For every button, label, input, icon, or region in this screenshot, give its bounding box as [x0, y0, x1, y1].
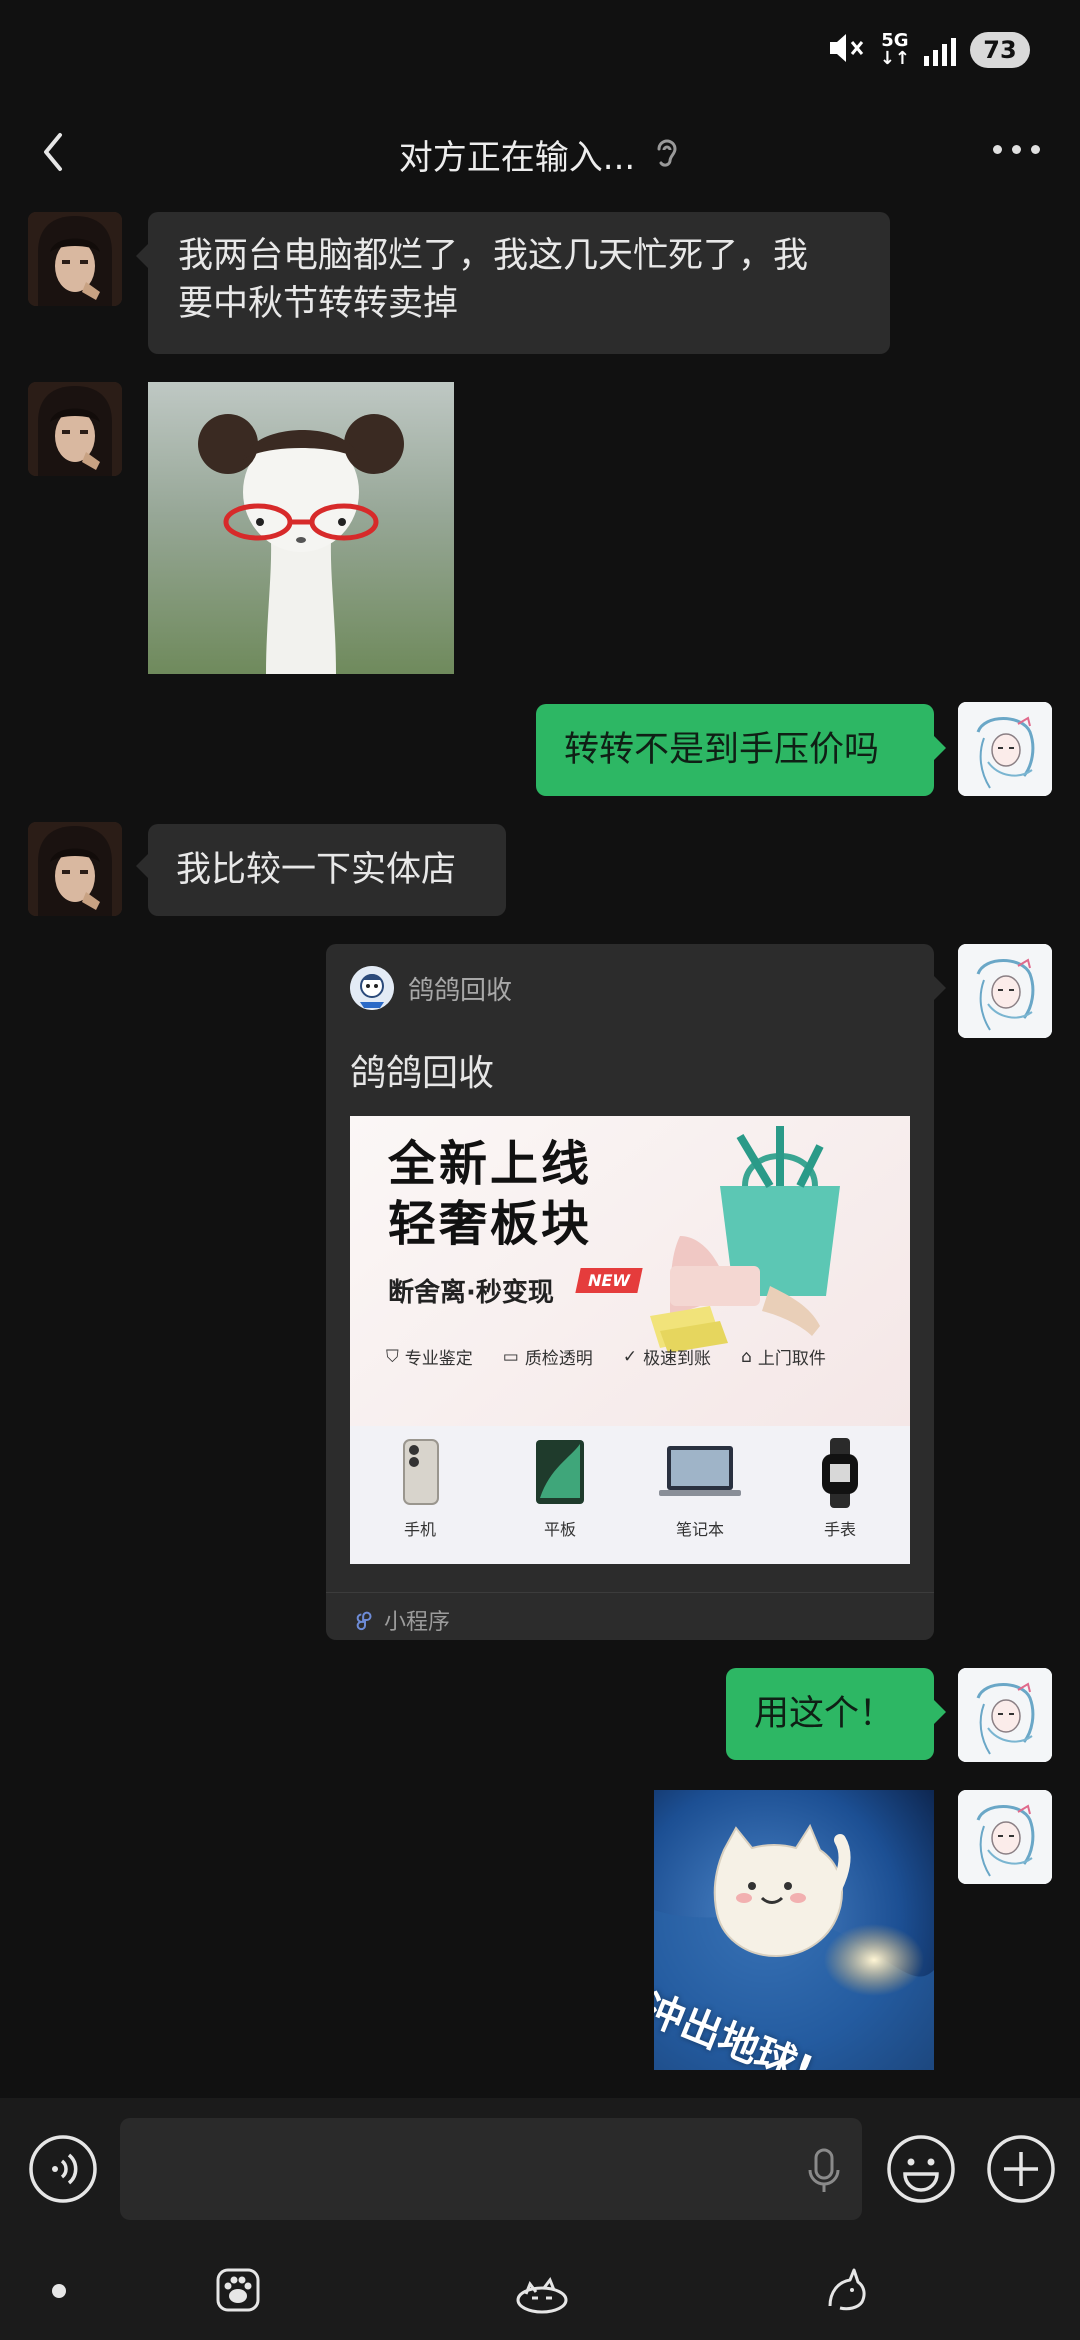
sticker-weasel-with-glasses[interactable] — [148, 382, 454, 674]
my-avatar[interactable] — [958, 1668, 1052, 1762]
title-wrap: 对方正在输入... — [0, 130, 1080, 179]
more-dots-icon — [993, 145, 1002, 154]
home-icon: ⌂ — [741, 1346, 752, 1367]
card-footer-label: 小程序 — [384, 1610, 451, 1635]
nav-home-button[interactable] — [514, 2264, 570, 2316]
banner-features: ⛉ 专业鉴定 ▭ 质检透明 ✓ 极速到账 ⌂ 上门取件 — [386, 1344, 826, 1370]
bubble-tail — [136, 854, 148, 878]
category-tablet: 平板 — [510, 1438, 610, 1564]
plus-icon — [987, 2135, 1055, 2203]
contact-avatar[interactable] — [28, 822, 122, 916]
message-text: 用这个！ — [754, 1694, 895, 1734]
message-text: 我比较一下实体店 — [176, 850, 457, 890]
banner-subline: 断舍离·秒变现 — [388, 1278, 554, 1308]
message-bubble[interactable]: 转转不是到手压价吗 — [536, 704, 934, 796]
signal-icon — [924, 34, 956, 66]
message-text: 要中秋节转转卖掉 — [178, 284, 459, 324]
battery-indicator: 73 — [970, 32, 1030, 68]
bubble-tail — [934, 1700, 946, 1724]
sleeping-cat-icon — [516, 2276, 568, 2314]
card-title: 鸽鸽回收 — [350, 1053, 495, 1094]
new-badge: NEW — [575, 1268, 643, 1293]
message-input[interactable] — [120, 2118, 862, 2220]
phone-icon — [403, 1439, 439, 1505]
banner-categories: 手机 平板 笔记本 手表 — [350, 1426, 910, 1564]
card-banner: 全新上线 轻奢板块 断舍离·秒变现 NEW ⛉ 专业鉴定 ▭ 质检透明 ✓ 极速到账 … — [350, 1116, 910, 1564]
cat-back-icon — [828, 2268, 866, 2311]
message-bubble[interactable]: 用这个！ — [726, 1668, 934, 1760]
category-label: 平板 — [543, 1520, 576, 1539]
check-circle-icon: ✓ — [622, 1346, 638, 1367]
bubble-tail — [934, 736, 946, 760]
tablet-icon — [536, 1440, 584, 1504]
my-avatar[interactable] — [958, 702, 1052, 796]
nav-dot-icon[interactable] — [52, 2284, 66, 2298]
laptop-icon — [659, 1446, 741, 1496]
nav-back-button[interactable] — [820, 2264, 872, 2316]
voice-toggle-button[interactable] — [28, 2134, 98, 2204]
bubble-tail — [136, 244, 148, 268]
more-functions-button[interactable] — [986, 2134, 1056, 2204]
chat-header: 对方正在输入... — [0, 100, 1080, 204]
feature-label: 专业鉴定 — [404, 1349, 473, 1369]
mini-program-card[interactable]: 鸽鸽回收 鸽鸽回收 全新上线 轻奢板块 断舍离·秒变现 NEW ⛉ 专业鉴定 ▭ 质… — [326, 944, 934, 1640]
watch-icon — [822, 1438, 858, 1508]
message-bubble[interactable]: 我比较一下实体店 — [148, 824, 506, 916]
category-phone: 手机 — [370, 1438, 470, 1564]
mute-icon — [826, 28, 866, 72]
card-header: 鸽鸽回收 — [350, 966, 512, 1010]
feature-label: 上门取件 — [757, 1349, 826, 1369]
feature-label: 极速到账 — [643, 1349, 712, 1369]
category-laptop: 笔记本 — [650, 1438, 750, 1564]
feature-label: 质检透明 — [524, 1349, 593, 1369]
bubble-tail — [934, 976, 946, 1000]
status-bar: 5G ↓↑ 73 — [0, 0, 1080, 100]
feature-item: ▭ 质检透明 — [502, 1344, 593, 1370]
contact-avatar[interactable] — [28, 382, 122, 476]
voice-toggle-icon — [29, 2135, 97, 2203]
status-icons: 5G ↓↑ 73 — [826, 28, 1030, 72]
input-bar — [0, 2098, 1080, 2240]
system-navigation — [0, 2240, 1080, 2340]
card-divider — [326, 1592, 934, 1593]
category-label: 手表 — [823, 1520, 856, 1539]
banner-headline-1: 全新上线 — [388, 1136, 593, 1192]
feature-item: ✓ 极速到账 — [622, 1344, 712, 1370]
more-button[interactable] — [993, 145, 1040, 154]
sticker-cat-rocket[interactable]: 冲出地球! — [654, 1790, 934, 2070]
video-icon: ▭ — [502, 1346, 519, 1367]
my-avatar[interactable] — [958, 1790, 1052, 1884]
my-avatar[interactable] — [958, 944, 1052, 1038]
category-label: 手机 — [403, 1520, 436, 1539]
category-label: 笔记本 — [675, 1520, 724, 1539]
card-footer: 小程序 — [354, 1604, 450, 1636]
nav-paw-button[interactable] — [212, 2264, 264, 2316]
network-indicator: 5G ↓↑ — [880, 32, 910, 68]
data-arrows-icon: ↓↑ — [879, 48, 910, 69]
chat-title: 对方正在输入... — [398, 138, 636, 178]
banner-headline: 全新上线 轻奢板块 — [388, 1134, 592, 1254]
feature-item: ⛉ 专业鉴定 — [386, 1344, 473, 1370]
emoji-icon — [887, 2135, 955, 2203]
card-source: 鸽鸽回收 — [408, 975, 513, 1006]
earpiece-mode-icon — [651, 135, 681, 175]
message-text: 我两台电脑都烂了，我这几天忙死了，我 — [178, 236, 809, 276]
mic-icon[interactable] — [804, 2146, 844, 2196]
card-logo — [350, 966, 394, 1010]
message-text: 转转不是到手压价吗 — [564, 730, 880, 770]
contact-avatar[interactable] — [28, 212, 122, 306]
category-watch: 手表 — [790, 1438, 890, 1564]
message-bubble[interactable]: 我两台电脑都烂了，我这几天忙死了，我 要中秋节转转卖掉 — [148, 212, 890, 354]
shield-icon: ⛉ — [386, 1346, 399, 1367]
feature-item: ⌂ 上门取件 — [741, 1344, 826, 1370]
mini-program-icon — [356, 1611, 372, 1631]
paw-icon — [216, 2268, 260, 2312]
banner-headline-2: 轻奢板块 — [388, 1196, 593, 1252]
emoji-button[interactable] — [886, 2134, 956, 2204]
